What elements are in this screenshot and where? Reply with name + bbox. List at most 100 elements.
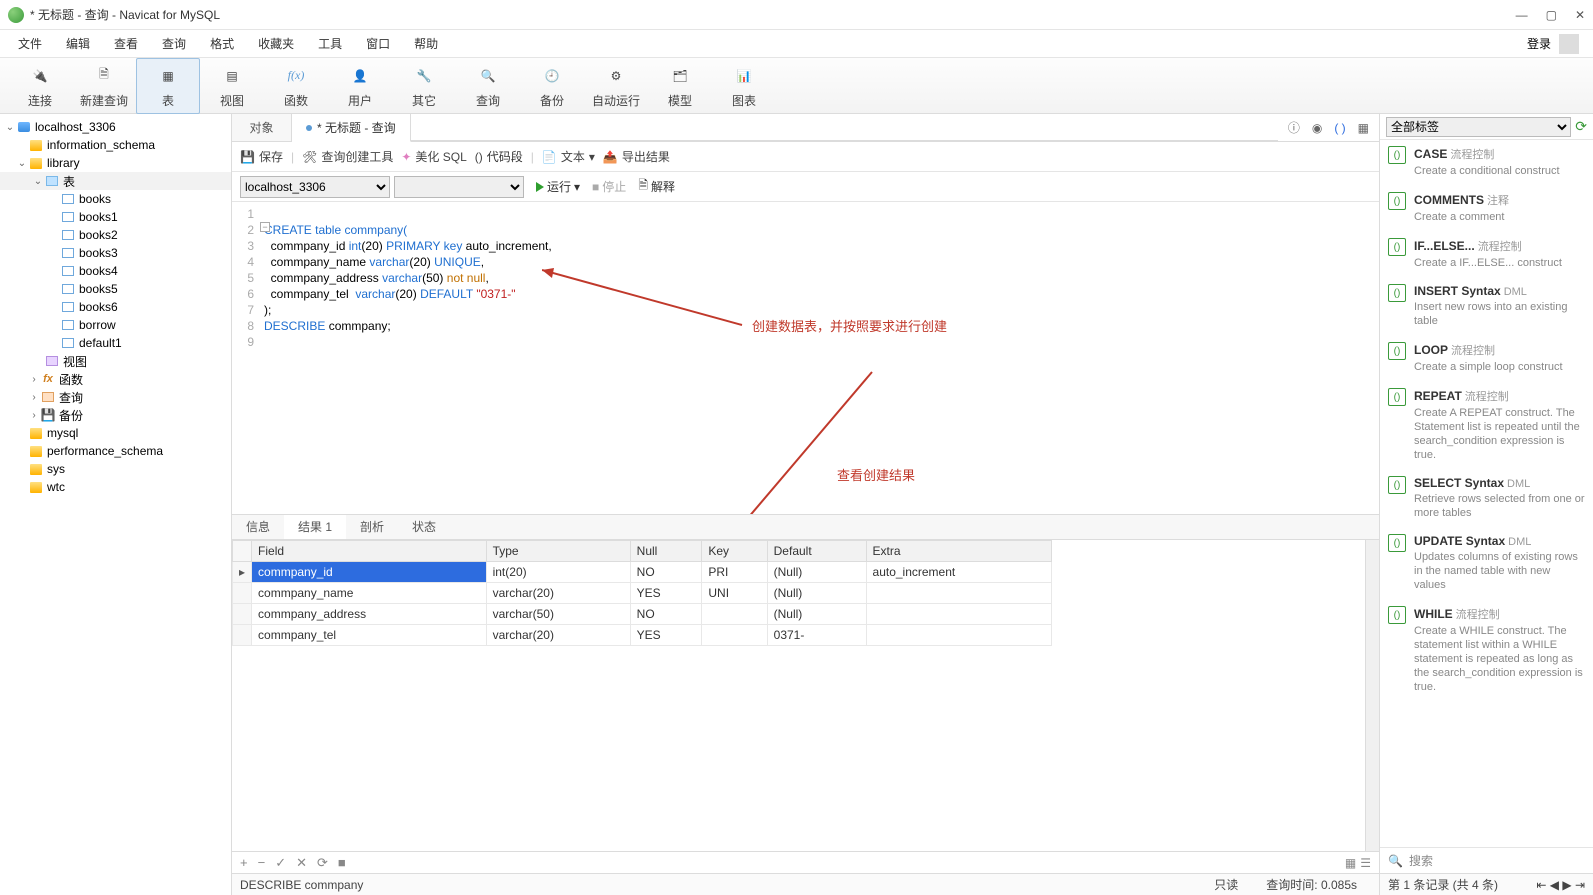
col-Field[interactable]: Field	[252, 540, 487, 561]
toolbtn-user[interactable]: 👤用户	[328, 58, 392, 114]
tree-db-information-schema[interactable]: information_schema	[0, 136, 231, 154]
view-form-icon[interactable]: ☰	[1360, 856, 1371, 870]
snippet-list[interactable]: ()CASE流程控制Create a conditional construct…	[1380, 140, 1593, 847]
tree-table-books1[interactable]: books1	[0, 208, 231, 226]
table-row[interactable]: ▸commpany_idint(20)NOPRI(Null)auto_incre…	[233, 561, 1052, 582]
col-Type[interactable]: Type	[486, 540, 630, 561]
maximize-button[interactable]: ▢	[1546, 8, 1557, 22]
tree-table-books5[interactable]: books5	[0, 280, 231, 298]
tree-table-books4[interactable]: books4	[0, 262, 231, 280]
cancel-edit-button[interactable]: ✕	[296, 855, 307, 871]
tree-node-backup[interactable]: ›💾备份	[0, 406, 231, 424]
database-select[interactable]	[394, 176, 524, 198]
snippet-item[interactable]: ()CASE流程控制Create a conditional construct	[1380, 140, 1593, 186]
tree-db-mysql[interactable]: mysql	[0, 424, 231, 442]
menu-tools[interactable]: 工具	[306, 35, 354, 52]
toolbtn-view[interactable]: ▤视图	[200, 58, 264, 114]
snippet-search[interactable]: 🔍 搜索	[1380, 847, 1593, 873]
sql-editor[interactable]: 123456789 − CREATE table commpany( commp…	[232, 202, 1379, 514]
tree-db-library[interactable]: ⌄library	[0, 154, 231, 172]
menu-favorites[interactable]: 收藏夹	[246, 35, 306, 52]
apply-button[interactable]: ✓	[275, 855, 286, 871]
explain-button[interactable]: 🗎 解释	[638, 176, 675, 197]
snippet-item[interactable]: ()SELECT SyntaxDMLRetrieve rows selected…	[1380, 470, 1593, 528]
snippet-item[interactable]: ()COMMENTS注释Create a comment	[1380, 186, 1593, 232]
toolbtn-backup[interactable]: 🕘备份	[520, 58, 584, 114]
toolbtn-chart[interactable]: 📊图表	[712, 58, 776, 114]
rtab-info[interactable]: 信息	[232, 515, 284, 539]
tree-node-tables[interactable]: ⌄表	[0, 172, 231, 190]
snippet-item[interactable]: ()LOOP流程控制Create a simple loop construct	[1380, 336, 1593, 382]
braces-icon[interactable]: ( )	[1334, 121, 1345, 135]
tree-db-performance_schema[interactable]: performance_schema	[0, 442, 231, 460]
rtab-status[interactable]: 状态	[398, 515, 450, 539]
minimize-button[interactable]: —	[1516, 8, 1528, 22]
snippet-item[interactable]: ()UPDATE SyntaxDMLUpdates columns of exi…	[1380, 528, 1593, 600]
toolbtn-model[interactable]: 🗂模型	[648, 58, 712, 114]
export-result-button[interactable]: 📤 导出结果	[603, 148, 670, 165]
col-Extra[interactable]: Extra	[866, 540, 1051, 561]
stop-fetch-button[interactable]: ■	[338, 855, 346, 870]
col-Null[interactable]: Null	[630, 540, 702, 561]
grid-icon[interactable]: ▦	[1358, 121, 1369, 135]
menu-file[interactable]: 文件	[6, 35, 54, 52]
tree-db-sys[interactable]: sys	[0, 460, 231, 478]
connection-select[interactable]: localhost_3306	[240, 176, 390, 198]
text-button[interactable]: 📄 文本 ▾	[542, 148, 595, 165]
menu-help[interactable]: 帮助	[402, 35, 450, 52]
menu-view[interactable]: 查看	[102, 35, 150, 52]
snippet-filter-select[interactable]: 全部标签	[1386, 117, 1571, 137]
delete-row-button[interactable]: −	[258, 855, 266, 870]
tree-table-books6[interactable]: books6	[0, 298, 231, 316]
tree-table-books2[interactable]: books2	[0, 226, 231, 244]
eye-icon[interactable]: ◉	[1312, 121, 1322, 135]
login-link[interactable]: 登录	[1527, 35, 1551, 52]
tree-conn-root[interactable]: ⌄localhost_3306	[0, 118, 231, 136]
menu-window[interactable]: 窗口	[354, 35, 402, 52]
menu-edit[interactable]: 编辑	[54, 35, 102, 52]
nav-prev-icon[interactable]: ◀	[1550, 878, 1559, 892]
tree-table-books3[interactable]: books3	[0, 244, 231, 262]
tab-objects[interactable]: 对象	[232, 114, 292, 141]
connection-tree[interactable]: ⌄localhost_3306 information_schema ⌄libr…	[0, 114, 232, 895]
toolbtn-newquery[interactable]: 🗎新建查询	[72, 58, 136, 114]
tree-node-functions[interactable]: ›fx函数	[0, 370, 231, 388]
refresh-button[interactable]: ⟳	[317, 855, 328, 871]
toolbtn-table[interactable]: ▦表	[136, 58, 200, 114]
close-button[interactable]: ✕	[1575, 8, 1585, 22]
table-row[interactable]: commpany_telvarchar(20)YES0371-	[233, 624, 1052, 645]
save-button[interactable]: 💾 保存	[240, 148, 283, 165]
nav-last-icon[interactable]: ⇥	[1575, 878, 1585, 892]
tab-query[interactable]: * 无标题 - 查询	[292, 114, 411, 142]
run-button[interactable]: 运行 ▾	[536, 178, 580, 195]
menu-format[interactable]: 格式	[198, 35, 246, 52]
snippet-item[interactable]: ()REPEAT流程控制Create A REPEAT construct. T…	[1380, 382, 1593, 470]
tree-table-books[interactable]: books	[0, 190, 231, 208]
stop-button[interactable]: ■ 停止	[592, 178, 626, 195]
tree-table-default1[interactable]: default1	[0, 334, 231, 352]
toolbtn-other[interactable]: 🔧其它	[392, 58, 456, 114]
toolbtn-autorun[interactable]: ⚙自动运行	[584, 58, 648, 114]
col-Default[interactable]: Default	[767, 540, 866, 561]
rtab-profile[interactable]: 剖析	[346, 515, 398, 539]
toolbtn-function[interactable]: f(x)函数	[264, 58, 328, 114]
tree-node-queries[interactable]: ›查询	[0, 388, 231, 406]
nav-next-icon[interactable]: ▶	[1562, 878, 1571, 892]
snippet-item[interactable]: ()WHILE流程控制Create a WHILE construct. The…	[1380, 600, 1593, 702]
result-grid[interactable]: FieldTypeNullKeyDefaultExtra▸commpany_id…	[232, 540, 1365, 852]
fold-icon[interactable]: −	[260, 222, 270, 232]
query-builder-button[interactable]: 🛠 查询创建工具	[302, 148, 393, 165]
tree-node-views[interactable]: 视图	[0, 352, 231, 370]
toolbtn-query[interactable]: 🔍查询	[456, 58, 520, 114]
refresh-snippets-icon[interactable]: ⟳	[1575, 118, 1587, 135]
table-row[interactable]: commpany_namevarchar(20)YESUNI(Null)	[233, 582, 1052, 603]
toolbtn-connect[interactable]: 🔌连接	[8, 58, 72, 114]
vertical-scrollbar[interactable]	[1365, 540, 1379, 852]
col-Key[interactable]: Key	[702, 540, 767, 561]
menu-query[interactable]: 查询	[150, 35, 198, 52]
add-row-button[interactable]: +	[240, 855, 248, 870]
rtab-result1[interactable]: 结果 1	[284, 515, 346, 539]
snippet-button[interactable]: () 代码段	[475, 148, 523, 165]
nav-first-icon[interactable]: ⇤	[1536, 878, 1546, 892]
tree-table-borrow[interactable]: borrow	[0, 316, 231, 334]
